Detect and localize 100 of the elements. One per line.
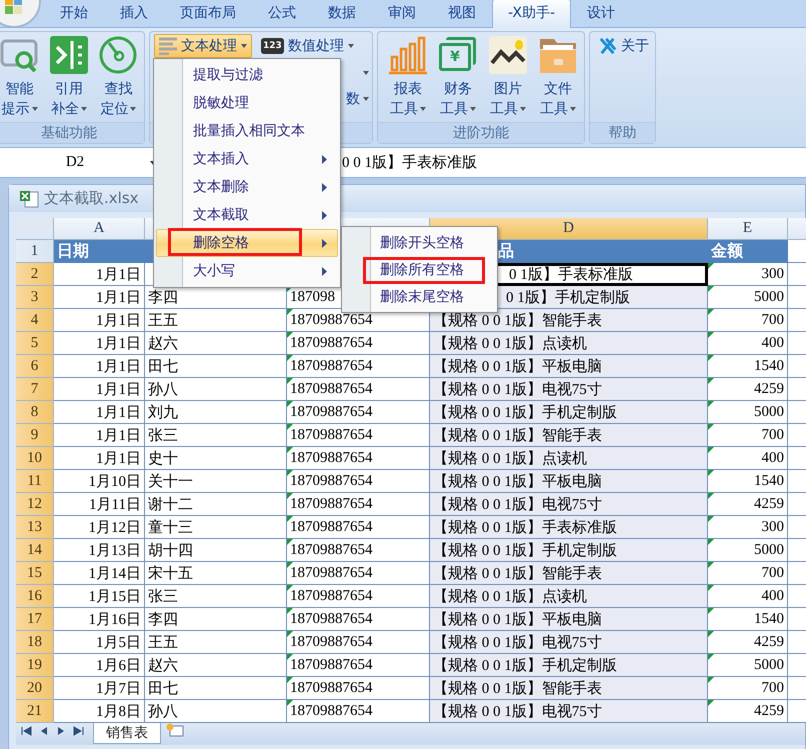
table-cell[interactable]: 【规格 0 0 1版】点读机 bbox=[430, 332, 708, 355]
row-header[interactable]: 7 bbox=[16, 378, 54, 401]
sheet-tab[interactable]: 销售表 bbox=[93, 723, 161, 744]
table-cell[interactable]: 1月7日 bbox=[54, 677, 145, 700]
row-header[interactable]: 5 bbox=[16, 332, 54, 355]
row-header[interactable]: 16 bbox=[16, 585, 54, 608]
table-cell[interactable]: 【规格 0 0 1版】电视75寸 bbox=[430, 700, 708, 723]
table-cell[interactable]: 4259 bbox=[708, 493, 788, 516]
table-cell[interactable]: 300 bbox=[708, 516, 788, 539]
table-cell[interactable]: 关十一 bbox=[145, 470, 287, 493]
table-cell[interactable]: 1月12日 bbox=[54, 516, 145, 539]
table-cell[interactable]: 300 bbox=[708, 263, 788, 286]
column-header[interactable]: E bbox=[708, 218, 788, 240]
table-cell[interactable]: 张三 bbox=[145, 585, 287, 608]
ribbon-tab[interactable]: 开始 bbox=[44, 0, 104, 27]
table-cell[interactable]: 宋十五 bbox=[145, 562, 287, 585]
row-header[interactable]: 20 bbox=[16, 677, 54, 700]
row-header[interactable]: 1 bbox=[16, 240, 54, 263]
table-cell[interactable]: 【规格 0 0 1版】平板电脑 bbox=[430, 470, 708, 493]
table-cell[interactable]: 【规格 0 0 1版】智能手表 bbox=[430, 424, 708, 447]
table-cell[interactable]: 18709887654 bbox=[287, 654, 430, 677]
table-cell[interactable]: 700 bbox=[708, 424, 788, 447]
table-cell[interactable]: 史十 bbox=[145, 447, 287, 470]
table-cell[interactable]: 5000 bbox=[708, 654, 788, 677]
row-header[interactable]: 15 bbox=[16, 562, 54, 585]
table-cell[interactable]: 4259 bbox=[708, 631, 788, 654]
office-button[interactable] bbox=[0, 0, 44, 27]
table-cell[interactable]: 【规格 0 0 1版】平板电脑 bbox=[430, 608, 708, 631]
ribbon-tab[interactable]: 审阅 bbox=[372, 0, 432, 27]
table-cell[interactable]: 【规格 0 0 1版】智能手表 bbox=[430, 677, 708, 700]
menu-item[interactable]: 脱敏处理 bbox=[156, 89, 338, 117]
menu-item[interactable]: 文本插入 bbox=[156, 145, 338, 173]
table-cell[interactable]: 1月1日 bbox=[54, 263, 145, 286]
table-cell[interactable]: 田七 bbox=[145, 677, 287, 700]
ribbon-button[interactable]: 文件 工具 bbox=[534, 32, 582, 122]
row-header[interactable]: 4 bbox=[16, 309, 54, 332]
table-cell[interactable]: 孙八 bbox=[145, 700, 287, 723]
table-cell[interactable]: 700 bbox=[708, 309, 788, 332]
ribbon-tab[interactable]: 视图 bbox=[432, 0, 492, 27]
table-cell[interactable]: 18709887654 bbox=[287, 562, 430, 585]
table-cell[interactable]: 1月14日 bbox=[54, 562, 145, 585]
table-cell[interactable]: 1月1日 bbox=[54, 286, 145, 309]
row-header[interactable]: 19 bbox=[16, 654, 54, 677]
table-cell[interactable]: 18709887654 bbox=[287, 700, 430, 723]
table-cell[interactable]: 【规格 0 0 1版】智能手表 bbox=[430, 562, 708, 585]
ribbon-button[interactable]: 图片 工具 bbox=[484, 32, 532, 122]
table-cell[interactable]: 胡十四 bbox=[145, 539, 287, 562]
sheet-nav-icon[interactable] bbox=[71, 726, 85, 736]
table-cell[interactable]: 1月13日 bbox=[54, 539, 145, 562]
column-header[interactable]: A bbox=[54, 218, 145, 240]
table-cell[interactable]: 王五 bbox=[145, 631, 287, 654]
header-cell[interactable]: 金额 bbox=[708, 240, 788, 263]
row-header[interactable]: 8 bbox=[16, 401, 54, 424]
ribbon-button[interactable]: 报表 工具 bbox=[384, 32, 432, 122]
table-cell[interactable]: 1月1日 bbox=[54, 309, 145, 332]
table-cell[interactable]: 700 bbox=[708, 677, 788, 700]
row-header[interactable]: 21 bbox=[16, 700, 54, 723]
menu-item[interactable]: 删除空格 bbox=[156, 229, 338, 257]
ribbon-tab[interactable]: 页面布局 bbox=[164, 0, 252, 27]
ribbon-button[interactable]: 数 bbox=[344, 86, 371, 112]
menu-item[interactable]: 文本截取 bbox=[156, 201, 338, 229]
table-cell[interactable]: 18709887654 bbox=[287, 378, 430, 401]
table-cell[interactable]: 1月5日 bbox=[54, 631, 145, 654]
table-cell[interactable]: 【规格 0 0 1版】电视75寸 bbox=[430, 631, 708, 654]
row-header[interactable]: 9 bbox=[16, 424, 54, 447]
table-cell[interactable]: 赵六 bbox=[145, 654, 287, 677]
name-box[interactable]: D2 bbox=[0, 154, 150, 171]
table-cell[interactable]: 童十三 bbox=[145, 516, 287, 539]
table-cell[interactable]: 1月15日 bbox=[54, 585, 145, 608]
ribbon-tab[interactable]: 设计 bbox=[571, 0, 631, 27]
table-cell[interactable]: 1540 bbox=[708, 470, 788, 493]
table-cell[interactable]: 【规格 0 0 1版】手机定制版 bbox=[430, 654, 708, 677]
table-cell[interactable]: 1540 bbox=[708, 355, 788, 378]
table-cell[interactable]: 1月1日 bbox=[54, 447, 145, 470]
table-cell[interactable]: 18709887654 bbox=[287, 424, 430, 447]
ribbon-button[interactable]: 智能 提示 bbox=[0, 32, 44, 122]
table-cell[interactable]: 1月8日 bbox=[54, 700, 145, 723]
table-cell[interactable]: 李四 bbox=[145, 608, 287, 631]
row-header[interactable]: 6 bbox=[16, 355, 54, 378]
table-cell[interactable]: 【规格 0 0 1版】电视75寸 bbox=[430, 493, 708, 516]
ribbon-tab[interactable]: 数据 bbox=[312, 0, 372, 27]
table-cell[interactable]: 5000 bbox=[708, 286, 788, 309]
table-cell[interactable]: 【规格 0 0 1版】点读机 bbox=[430, 585, 708, 608]
ribbon-button[interactable]: 文本处理 bbox=[154, 34, 252, 58]
table-cell[interactable]: 孙八 bbox=[145, 378, 287, 401]
table-cell[interactable]: 18709887654 bbox=[287, 493, 430, 516]
table-cell[interactable]: 【规格 0 0 1版】手机定制版 bbox=[430, 539, 708, 562]
row-header[interactable]: 18 bbox=[16, 631, 54, 654]
ribbon-tab[interactable]: -X助手- bbox=[492, 0, 571, 28]
insert-sheet-icon[interactable] bbox=[165, 723, 185, 737]
table-cell[interactable]: 【规格 0 0 1版】手表标准版 bbox=[430, 516, 708, 539]
table-cell[interactable]: 刘九 bbox=[145, 401, 287, 424]
ribbon-button[interactable]: ¥ 财务 工具 bbox=[434, 32, 482, 122]
table-cell[interactable]: 1月1日 bbox=[54, 424, 145, 447]
table-cell[interactable]: 李四 bbox=[145, 286, 287, 309]
table-cell[interactable]: 4259 bbox=[708, 378, 788, 401]
table-cell[interactable]: 1月1日 bbox=[54, 401, 145, 424]
row-header[interactable]: 2 bbox=[16, 263, 54, 286]
table-cell[interactable]: 1540 bbox=[708, 608, 788, 631]
table-cell[interactable]: 【规格 0 0 1版】平板电脑 bbox=[430, 355, 708, 378]
